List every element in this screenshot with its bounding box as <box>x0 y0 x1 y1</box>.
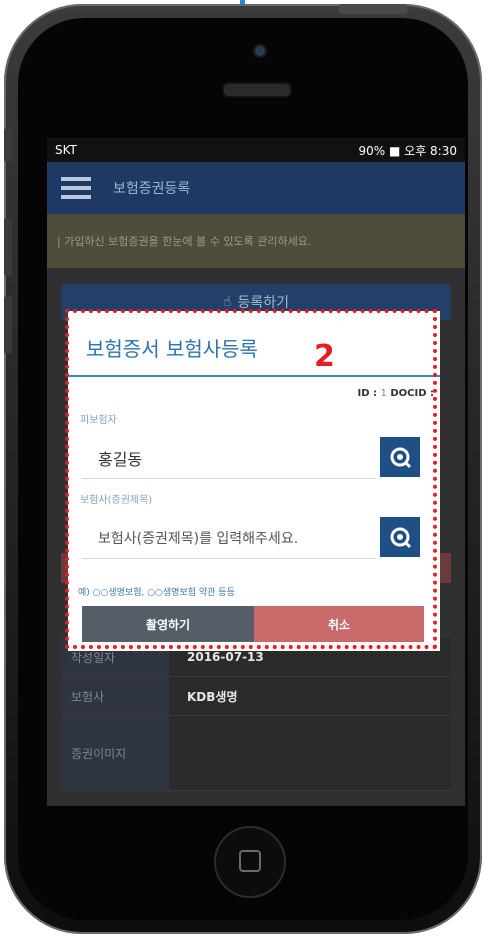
volume-down-button <box>4 296 12 354</box>
home-square-icon <box>239 850 261 872</box>
table-value <box>169 716 451 790</box>
hand-pointer-icon: ☝ <box>222 294 232 310</box>
info-table: 작성일자 2016-07-13 보험사 KDB생명 증권이미지 <box>61 638 451 791</box>
table-value: KDB생명 <box>169 677 451 715</box>
volume-up-button <box>4 218 12 276</box>
app-title: 보험증권등록 <box>113 181 191 197</box>
hamburger-icon[interactable] <box>61 177 91 199</box>
mute-switch <box>4 128 12 162</box>
notice-banner: | 가입하신 보험증권을 한눈에 볼 수 있도록 관리하세요. <box>47 214 465 268</box>
earpiece-speaker <box>222 82 292 98</box>
table-label: 보험사 <box>61 677 169 715</box>
annotation-highlight-box <box>65 309 437 649</box>
table-row: 증권이미지 <box>61 716 451 791</box>
app-bar: 보험증권등록 <box>47 162 465 214</box>
carrier-label: SKT <box>55 143 77 157</box>
status-bar: SKT 90% ■ 오후 8:30 <box>47 138 465 162</box>
front-camera <box>253 44 267 58</box>
status-right: 90% ■ 오후 8:30 <box>358 143 457 158</box>
power-button <box>338 4 408 14</box>
table-label: 증권이미지 <box>61 716 169 790</box>
notice-text: | 가입하신 보험증권을 한눈에 볼 수 있도록 관리하세요. <box>57 235 312 248</box>
table-row: 보험사 KDB생명 <box>61 677 451 716</box>
home-button[interactable] <box>214 826 286 898</box>
